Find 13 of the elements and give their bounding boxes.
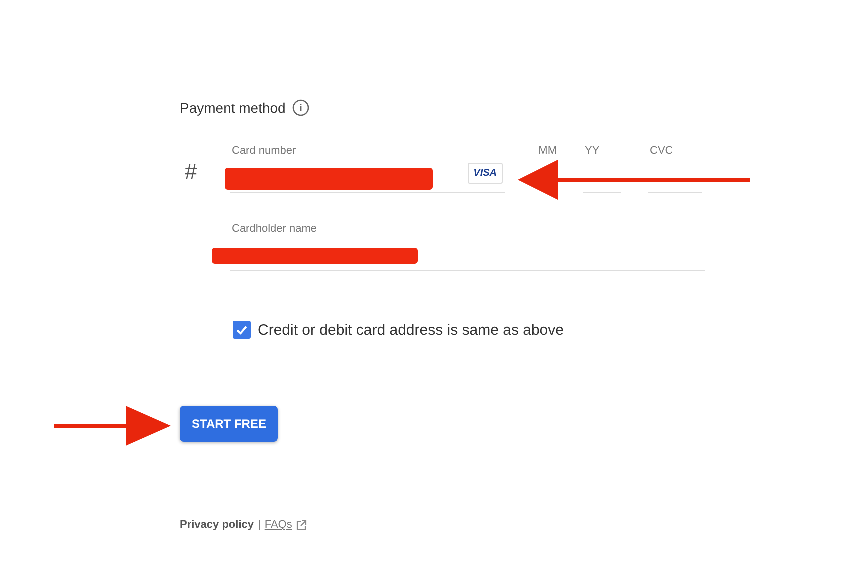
section-heading: Payment method: [180, 100, 286, 116]
faqs-link[interactable]: FAQs: [264, 519, 292, 531]
card-brand-badge: VISA: [468, 163, 503, 184]
info-icon[interactable]: [292, 99, 310, 117]
start-free-button[interactable]: START FREE: [180, 406, 278, 442]
hash-icon: #: [180, 159, 230, 193]
month-label: MM: [538, 145, 557, 157]
separator: |: [258, 519, 261, 531]
privacy-policy-link[interactable]: Privacy policy: [180, 519, 254, 531]
checkbox[interactable]: [233, 321, 251, 339]
external-link-icon: [296, 520, 308, 530]
checkbox-label: Credit or debit card address is same as above: [258, 322, 564, 338]
checkmark-icon: [235, 323, 249, 337]
